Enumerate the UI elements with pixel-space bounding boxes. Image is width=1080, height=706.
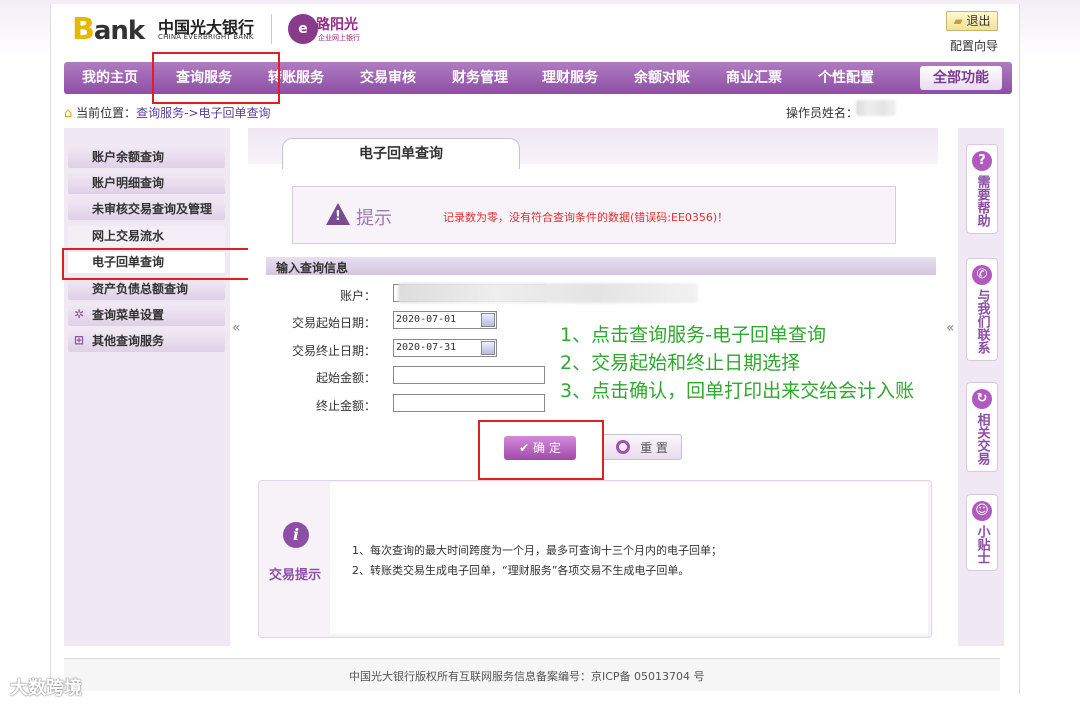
sidebar-item-menu-settings[interactable]: ✲ 查询菜单设置 [68,305,225,326]
tip-error-message: 记录数为零，没有符合查询条件的数据(错误码:EE0356)！ [443,211,729,224]
related-tab[interactable]: ↻ 相关交易 [966,382,998,472]
nav-item-reconcile[interactable]: 余额对账 [618,62,706,94]
note-1: 1、每次查询的最大时间跨度为一个月，最多可查询十三个月内的电子回单； [352,544,722,557]
min-amount-label: 起始金额： [315,371,376,385]
bank-logo-text: ank [93,16,145,46]
smile-icon: ☺ [972,501,992,521]
highlight-e-receipt [62,248,250,280]
nav-item-review[interactable]: 交易审核 [344,62,432,94]
account-label: 账户： [339,289,376,303]
partner-logo-sub: 企业网上银行 [318,34,360,42]
contact-tab[interactable]: ✆ 与我们联系 [966,258,998,361]
warning-icon-mark: ! [335,209,341,224]
nav-item-home[interactable]: 我的主页 [70,62,150,94]
collapse-right-icon[interactable]: « [946,320,955,336]
sidebar-item-unreviewed[interactable]: 未审核交易查询及管理 [68,199,225,220]
partner-logo-icon: e [288,14,318,44]
sidebar-item-balance[interactable]: 账户余额查询 [68,147,225,168]
max-amount-input[interactable] [393,394,545,412]
logo-divider [271,14,272,44]
plus-box-icon: ⊞ [74,333,85,347]
nav-item-bills[interactable]: 商业汇票 [710,62,798,94]
breadcrumb: ⌂ 当前位置：查询服务->电子回单查询 [64,104,271,121]
config-guide-link[interactable]: 配置向导 [950,37,998,54]
sidebar-item-online-flow[interactable]: 网上交易流水 [68,226,225,247]
watermark: 大数跨境 [10,678,82,699]
partner-logo-text: 路阳光 [316,17,358,33]
note-2: 2、转账类交易生成电子回单，“理财服务”各项交易不生成电子回单。 [352,564,690,577]
instruction-2: 2、交易起始和终止日期选择 [560,352,801,374]
logout-button[interactable]: ▰ 退出 [946,11,998,31]
help-tab[interactable]: ? 需要帮助 [966,144,998,234]
reset-icon [616,440,631,454]
sidebar-item-details[interactable]: 账户明细查询 [68,173,225,194]
reset-button[interactable]: 重 置 [602,434,682,460]
notes-content [330,482,928,634]
calendar-icon[interactable] [481,341,495,355]
nav-item-finance[interactable]: 财务管理 [436,62,524,94]
breadcrumb-path[interactable]: 查询服务->电子回单查询 [136,106,270,120]
folder-icon: ▰ [953,14,963,28]
notes-label: 交易提示 [269,568,322,583]
operator-name-label: 操作员姓名： [786,106,859,120]
sidebar-item-assets[interactable]: 资产负债总额查询 [68,279,225,300]
tips-tab[interactable]: ☺ 小贴士 [966,494,998,571]
phone-icon: ✆ [972,265,992,285]
collapse-left-icon[interactable]: « [232,320,241,336]
nav-item-personal[interactable]: 个性配置 [802,62,890,94]
start-date-label: 交易起始日期： [291,316,376,330]
min-amount-input[interactable] [393,366,545,384]
highlight-confirm [478,420,604,480]
question-icon: ? [972,151,992,171]
end-date-label: 交易终止日期： [291,344,376,358]
gear-icon: ✲ [74,307,85,321]
bank-logo: Bank [72,12,145,47]
highlight-query-nav [152,52,280,104]
account-redacted [398,283,698,303]
calendar-icon[interactable] [481,313,495,327]
operator-name-redacted [856,100,896,116]
nav-item-wealth[interactable]: 理财服务 [526,62,614,94]
bank-name-en: CHINA EVERBRIGHT BANK [158,33,254,41]
footer: 中国光大银行版权所有互联网服务信息备案编号：京ICP备 05013704 号 [64,658,1000,691]
instruction-3: 3、点击确认，回单打印出来交给会计入账 [560,380,915,402]
instruction-1: 1、点击查询服务-电子回单查询 [560,324,826,346]
tab-e-receipt[interactable]: 电子回单查询 [282,138,520,169]
breadcrumb-label: 当前位置： [76,106,137,120]
max-amount-label: 终止金额： [315,399,376,413]
refresh-icon: ↻ [972,389,992,409]
query-section-header: 输入查询信息 [266,257,936,275]
all-functions-button[interactable]: 全部功能 [920,66,1002,90]
home-icon: ⌂ [64,106,73,121]
tip-title: 提示 [356,208,392,229]
info-icon: i [283,522,309,548]
sidebar-item-other[interactable]: ⊞ 其他查询服务 [68,331,225,352]
